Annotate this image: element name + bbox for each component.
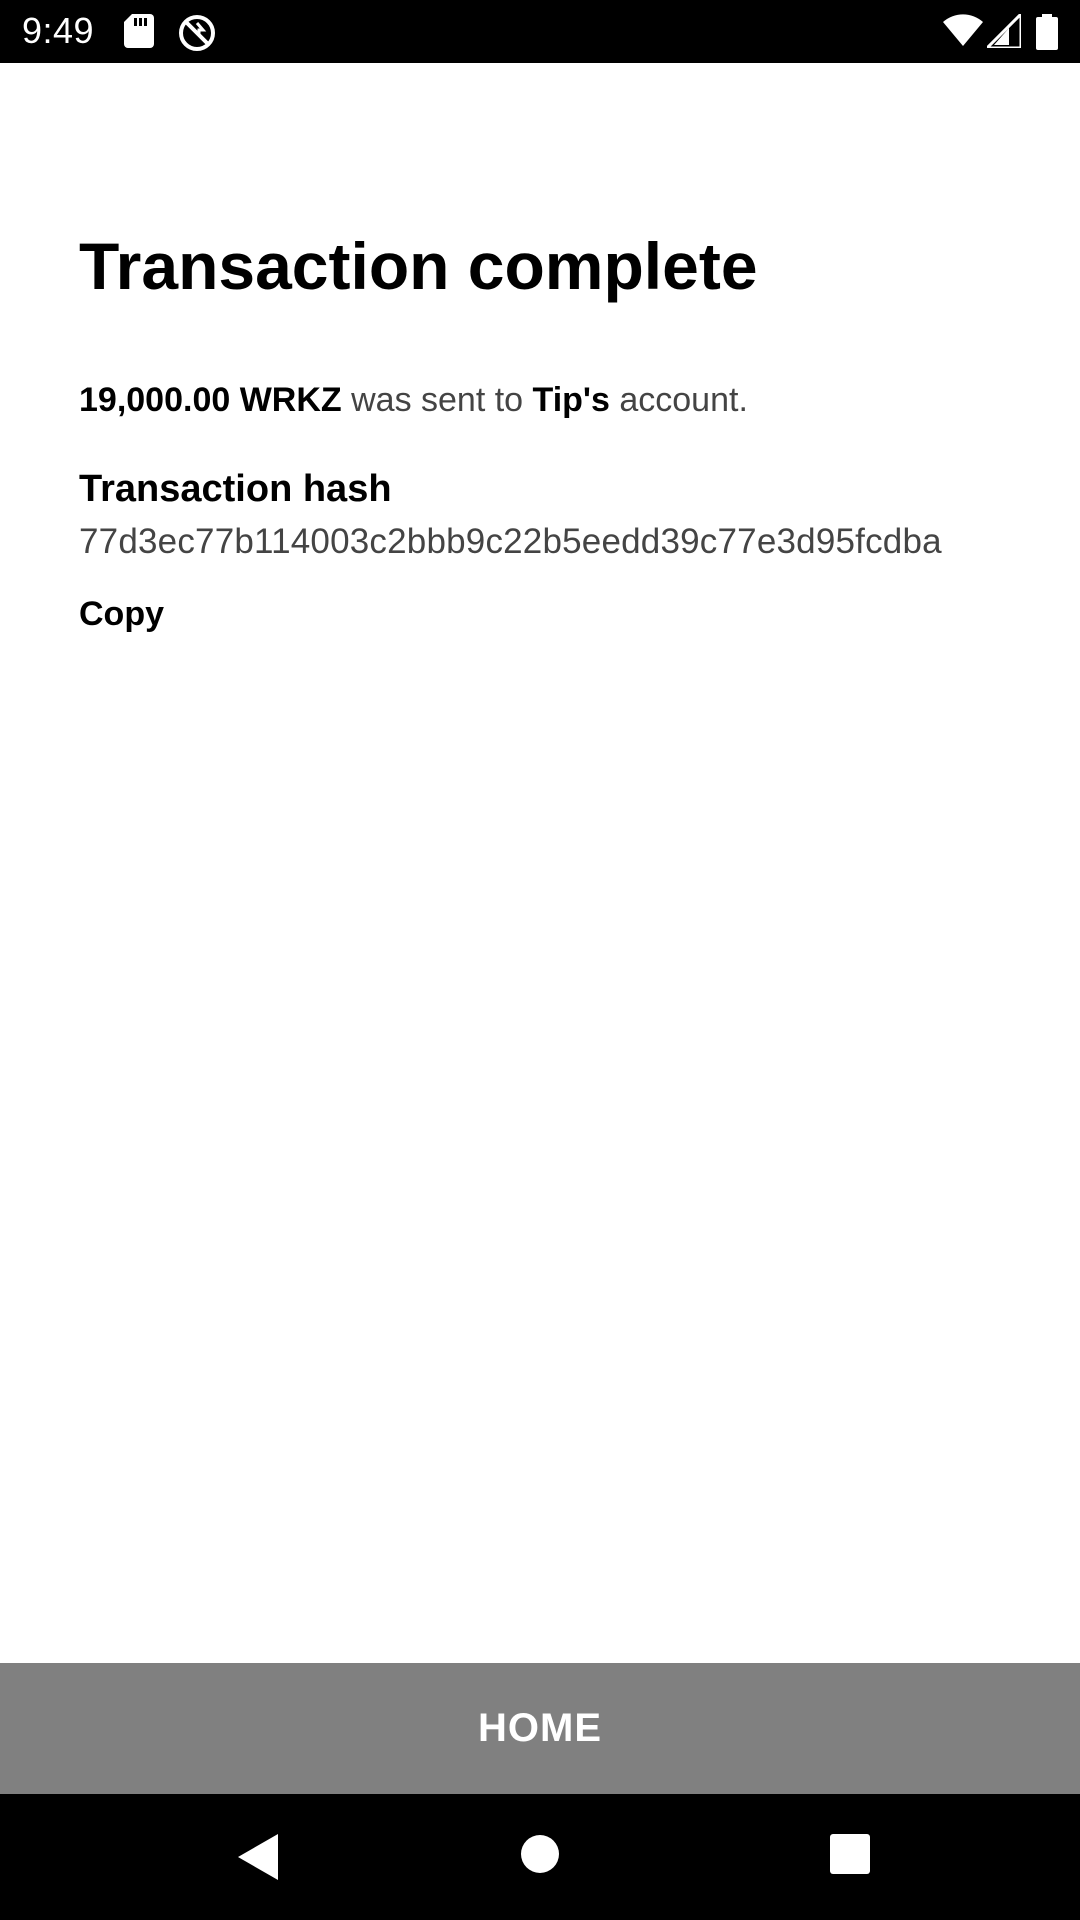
hash-label: Transaction hash: [79, 468, 392, 510]
system-nav-bar: [0, 1794, 1080, 1920]
data-saver-icon: [178, 14, 216, 57]
home-button-label: HOME: [478, 1706, 602, 1750]
battery-icon: [1036, 14, 1058, 55]
copy-button[interactable]: Copy: [79, 588, 164, 640]
home-button[interactable]: HOME: [0, 1663, 1080, 1794]
status-time: 9:49: [22, 10, 95, 51]
sd-card-icon: [124, 14, 154, 53]
wifi-icon: [943, 14, 983, 51]
back-icon[interactable]: [238, 1834, 278, 1885]
page-title: Transaction complete: [79, 229, 758, 303]
transaction-message: 19,000.00 WRKZ was sent to Tip's account…: [79, 378, 748, 422]
signal-icon: [983, 10, 1023, 53]
home-circle-icon[interactable]: [520, 1834, 560, 1879]
recipient-text: Tip's: [532, 381, 610, 419]
hash-value: 77d3ec77b114003c2bbb9c22b5eedd39c77e3d95…: [79, 522, 942, 561]
message-middle: was sent to: [341, 381, 533, 419]
recents-icon[interactable]: [830, 1834, 870, 1879]
status-bar: 9:49: [0, 0, 1080, 63]
amount-text: 19,000.00 WRKZ: [79, 381, 342, 419]
message-end: account.: [609, 381, 748, 419]
